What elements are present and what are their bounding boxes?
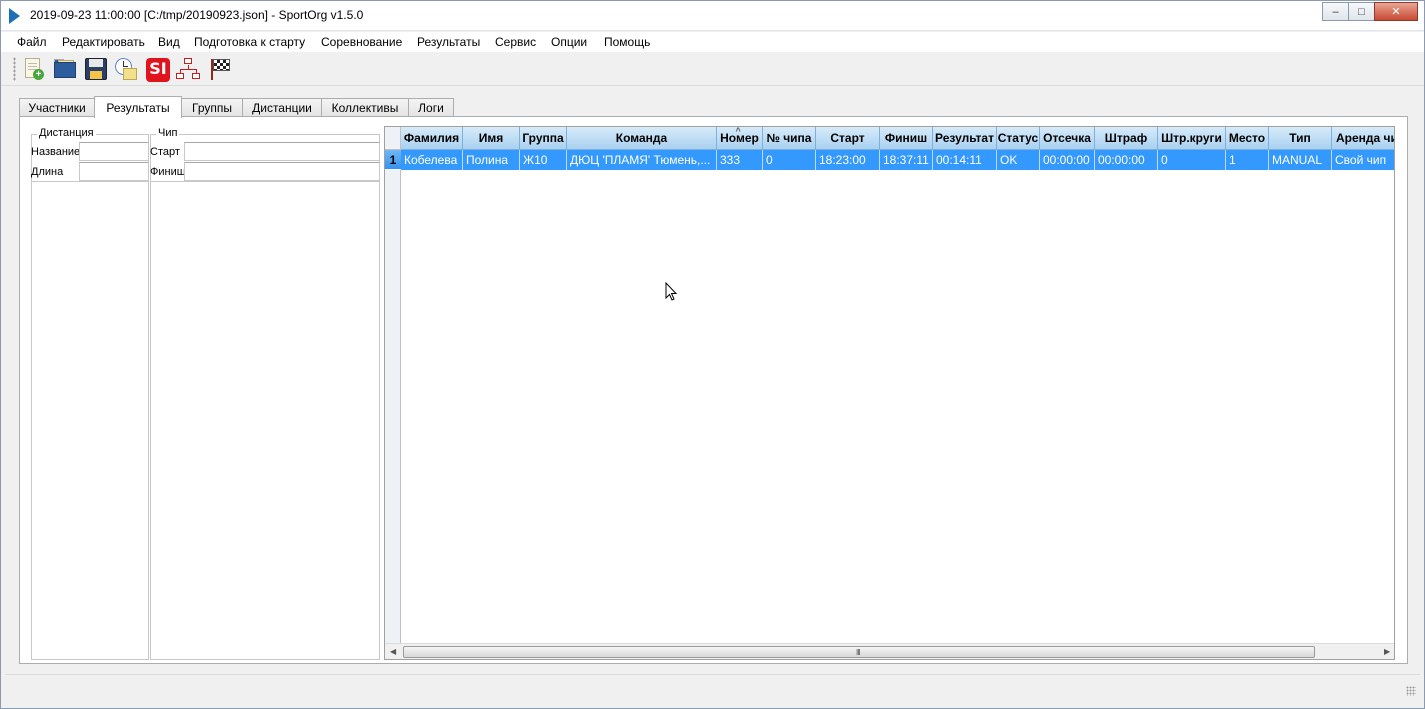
network-icon[interactable]	[175, 56, 201, 82]
scroll-right-icon[interactable]: ▶	[1384, 647, 1390, 656]
column-header-bib[interactable]: ^ Номер	[717, 127, 763, 150]
course-length-field	[79, 162, 149, 181]
column-header-type[interactable]: Тип	[1269, 127, 1332, 150]
table-cell-last-name[interactable]: Кобелева	[401, 150, 463, 170]
menu-file[interactable]: Файл	[17, 35, 47, 49]
maximize-icon: □	[1358, 5, 1365, 18]
clock-icon[interactable]	[113, 56, 139, 82]
table-cell-place[interactable]: 1	[1226, 150, 1269, 170]
course-name-label: Название	[31, 146, 81, 158]
sportorg-logo-icon	[9, 8, 20, 24]
chip-finish-field	[184, 162, 380, 181]
table-cell-result[interactable]: 00:14:11	[933, 150, 997, 170]
column-header-start[interactable]: Старт	[816, 127, 880, 150]
table-cell-type[interactable]: MANUAL	[1269, 150, 1332, 170]
minimize-icon: –	[1332, 5, 1339, 18]
column-header-penalty[interactable]: Штраф	[1095, 127, 1158, 150]
app-window: 2019-09-23 11:00:00 [C:/tmp/20190923.jso…	[0, 0, 1425, 709]
table-cell-group[interactable]: Ж10	[520, 150, 567, 170]
scrollbar-grip-icon: III	[856, 648, 861, 657]
column-header-finish[interactable]: Финиш	[880, 127, 933, 150]
column-header-team[interactable]: Команда	[567, 127, 717, 150]
finish-flag-icon[interactable]	[206, 56, 232, 82]
chip-start-field	[184, 142, 380, 161]
menu-start-preparation[interactable]: Подготовка к старту	[194, 35, 305, 49]
maximize-button[interactable]: □	[1348, 2, 1375, 21]
menu-competition[interactable]: Соревнование	[321, 35, 402, 49]
row-header-column	[385, 170, 401, 643]
column-header-last-name[interactable]: Фамилия	[401, 127, 463, 150]
chip-finish-label: Финиш	[150, 166, 186, 178]
table-cell-team[interactable]: ДЮЦ 'ПЛАМЯ' Тюмень,...	[567, 150, 717, 170]
column-header-cutoff[interactable]: Отсечка	[1040, 127, 1095, 150]
course-name-field	[79, 142, 149, 161]
chip-info-group	[150, 134, 380, 660]
column-header-penalty-laps[interactable]: Штр.круги	[1158, 127, 1226, 150]
close-button[interactable]: ✕	[1374, 2, 1418, 21]
close-icon: ✕	[1391, 6, 1401, 18]
table-cell-penalty[interactable]: 00:00:00	[1095, 150, 1158, 170]
tab-results[interactable]: Результаты	[94, 96, 182, 118]
table-cell-bib[interactable]: 333	[717, 150, 763, 170]
table-cell-first-name[interactable]: Полина	[463, 150, 520, 170]
column-header-group[interactable]: Группа	[520, 127, 567, 150]
column-header-status[interactable]: Статус	[997, 127, 1040, 150]
table-cell-start[interactable]: 18:23:00	[816, 150, 880, 170]
column-header-result[interactable]: Результат	[933, 127, 997, 150]
tab-groups[interactable]: Группы	[181, 98, 243, 117]
menu-bar: Файл Редактировать Вид Подготовка к стар…	[1, 32, 1424, 52]
new-file-icon[interactable]: +	[21, 56, 47, 82]
horizontal-scrollbar[interactable]: ◀ III ▶	[385, 643, 1394, 659]
minimize-button[interactable]: –	[1322, 2, 1349, 21]
menu-edit[interactable]: Редактировать	[62, 35, 145, 49]
table-corner[interactable]	[385, 127, 401, 150]
toolbar: + SI	[1, 52, 1424, 86]
sort-indicator-icon: ^	[735, 127, 741, 136]
resize-grip-icon[interactable]	[1406, 686, 1416, 696]
save-icon[interactable]	[83, 56, 109, 82]
status-bar	[5, 674, 1420, 700]
table-cell-status[interactable]: OK	[997, 150, 1040, 170]
sportident-logo-text: SI	[146, 58, 170, 82]
table-cell-finish[interactable]: 18:37:11	[880, 150, 933, 170]
table-cell-penalty-laps[interactable]: 0	[1158, 150, 1226, 170]
course-length-label: Длина	[31, 166, 64, 178]
menu-service[interactable]: Сервис	[495, 35, 536, 49]
results-table[interactable]: Фамилия Имя Группа Команда ^ Номер № чипа…	[384, 126, 1395, 660]
title-bar[interactable]: 2019-09-23 11:00:00 [C:/tmp/20190923.jso…	[1, 1, 1424, 31]
menu-options[interactable]: Опции	[551, 35, 587, 49]
scroll-left-icon[interactable]: ◀	[390, 647, 396, 656]
tab-logs[interactable]: Логи	[408, 98, 454, 117]
table-cell-chip-rent[interactable]: Свой чип	[1332, 150, 1394, 170]
menu-view[interactable]: Вид	[158, 35, 180, 49]
menu-help[interactable]: Помощь	[604, 35, 650, 49]
course-info-group	[31, 134, 149, 660]
tab-courses[interactable]: Дистанции	[242, 98, 322, 117]
open-folder-icon[interactable]	[52, 56, 78, 82]
table-cell-chip-number[interactable]: 0	[763, 150, 816, 170]
sportident-icon[interactable]: SI	[144, 56, 170, 82]
menu-results[interactable]: Результаты	[417, 35, 480, 49]
table-cell-cutoff[interactable]: 00:00:00	[1040, 150, 1095, 170]
tab-participants[interactable]: Участники	[19, 98, 95, 117]
tab-teams[interactable]: Коллективы	[321, 98, 409, 117]
toolbar-grip[interactable]	[13, 57, 16, 81]
column-header-chip-rent[interactable]: Аренда чипа	[1332, 127, 1394, 150]
scrollbar-thumb[interactable]: III	[403, 646, 1315, 658]
column-header-first-name[interactable]: Имя	[463, 127, 520, 150]
window-title: 2019-09-23 11:00:00 [C:/tmp/20190923.jso…	[30, 8, 364, 22]
row-header-1[interactable]: 1	[385, 150, 401, 170]
column-header-place[interactable]: Место	[1226, 127, 1269, 150]
column-header-chip-number[interactable]: № чипа	[763, 127, 816, 150]
chip-start-label: Старт	[150, 146, 180, 158]
